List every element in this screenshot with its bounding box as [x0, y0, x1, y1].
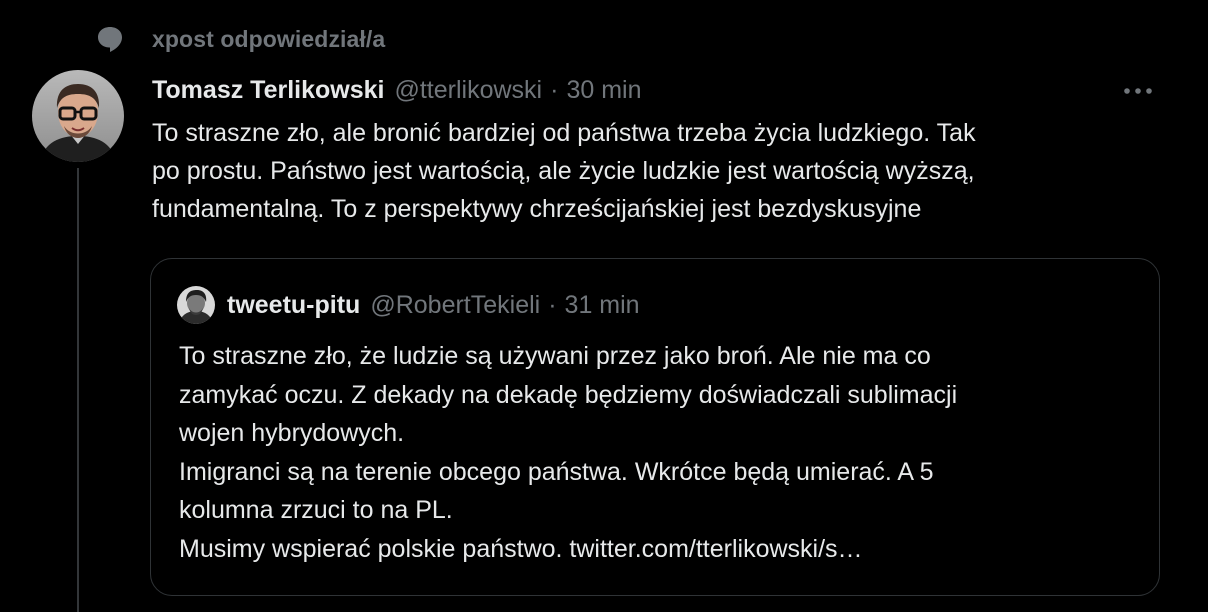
social-context[interactable]: xpost odpowiedział/a: [96, 22, 385, 56]
quoted-header-separator: ·: [548, 290, 557, 319]
author-display-name[interactable]: Tomasz Terlikowski: [152, 76, 384, 105]
quoted-text-line: kolumna zrzuci to na PL.: [179, 496, 453, 524]
tweet-text: To straszne zło, ale bronić bardziej od …: [152, 114, 1162, 228]
tweet-text-line: po prostu. Państwo jest wartością, ale ż…: [152, 157, 975, 185]
quoted-tweet-card[interactable]: tweetu-pitu @RobertTekieli · 31 min To s…: [150, 258, 1160, 596]
avatar[interactable]: [32, 70, 124, 162]
quoted-tweet-header: tweetu-pitu @RobertTekieli · 31 min: [177, 285, 640, 325]
quoted-text-line: To straszne zło, że ludzie są używani pr…: [179, 342, 931, 370]
reply-bubble-icon: [96, 25, 124, 53]
more-options-button[interactable]: [1118, 76, 1158, 106]
quoted-tweet-timestamp[interactable]: 31 min: [565, 291, 640, 320]
thread-line: [77, 168, 79, 612]
more-dots-icon: [1123, 82, 1153, 100]
header-separator: ·: [550, 75, 559, 104]
tweet-text-line: To straszne zło, ale bronić bardziej od …: [152, 119, 976, 147]
tweet-timestamp[interactable]: 30 min: [566, 76, 641, 105]
quoted-text-line: zamykać oczu. Z dekady na dekadę będziem…: [179, 380, 958, 409]
social-context-text: xpost odpowiedział/a: [152, 25, 386, 52]
author-handle[interactable]: @tterlikowski: [394, 76, 542, 105]
tweet-header: Tomasz Terlikowski @tterlikowski · 30 mi…: [152, 72, 641, 108]
quoted-text-line: Musimy wspierać polskie państwo. twitter…: [179, 534, 863, 563]
quoted-author-avatar: [177, 286, 215, 324]
tweet-text-line: fundamentalną. To z perspektywy chrześci…: [152, 195, 922, 223]
quoted-author-handle[interactable]: @RobertTekieli: [370, 291, 540, 320]
quoted-author-display-name[interactable]: tweetu-pitu: [227, 291, 360, 320]
quoted-text-line: wojen hybrydowych.: [179, 419, 405, 447]
quoted-tweet-text: To straszne zło, że ludzie są używani pr…: [179, 337, 1139, 568]
quoted-text-line: Imigranci są na terenie obcego państwa. …: [179, 457, 934, 486]
